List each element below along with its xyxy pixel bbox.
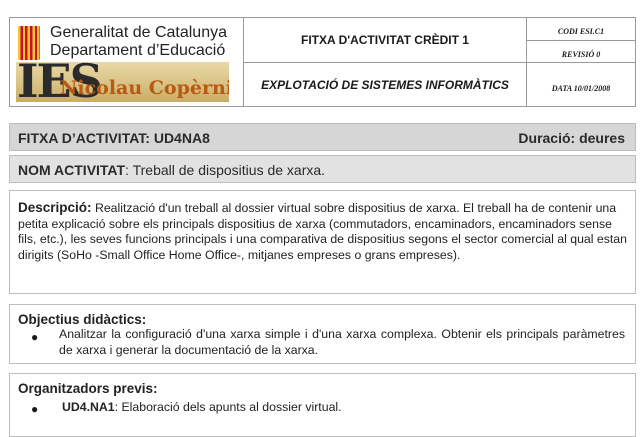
description-text: Realització d'un treball al dossier virt… — [18, 201, 627, 262]
org-name-line1: Generalitat de Catalunya — [50, 24, 227, 41]
document-header: Generalitat de Catalunya Departament d’E… — [9, 17, 636, 107]
organizer-item: UD4.NA1: Elaboració dels apunts al dossi… — [62, 400, 342, 414]
organizers-label: Organitzadors previs: — [18, 381, 158, 396]
organizers-section: Organitzadors previs: ● UD4.NA1: Elabora… — [9, 373, 636, 437]
catalan-flag-icon — [18, 26, 40, 60]
activity-name-value: : Treball de dispositius de xarxa. — [125, 162, 326, 178]
objectives-label: Objectius didàctics: — [18, 312, 147, 327]
school-logo: IES Nicolau Copèrnic — [16, 62, 229, 102]
bullet-icon: ● — [31, 330, 39, 344]
doc-date: DATA 10/01/2008 — [551, 84, 611, 93]
school-logo-name: Nicolau Copèrnic — [60, 77, 229, 99]
objective-item: Analitzar la configuració d'una xarxa si… — [59, 327, 625, 357]
activity-name-bar: NOM ACTIVITAT: Treball de dispositius de… — [9, 155, 636, 183]
document-title: FITXA D'ACTIVITAT CRÈDIT 1 — [301, 33, 469, 47]
organizer-text: : Elaboració dels apunts al dossier virt… — [114, 400, 342, 414]
description-section: Descripció: Realització d'un treball al … — [9, 190, 636, 294]
bullet-icon: ● — [31, 402, 39, 416]
organizer-code: UD4.NA1 — [62, 400, 115, 414]
doc-revision: REVISIÓ 0 — [561, 50, 601, 59]
objectives-section: Objectius didàctics: ● Analitzar la conf… — [9, 304, 636, 364]
description-label: Descripció: — [18, 200, 92, 215]
activity-name-label: NOM ACTIVITAT — [18, 162, 126, 178]
logo-cell: Generalitat de Catalunya Departament d’E… — [10, 18, 243, 106]
org-name-line2: Departament d’Educació — [50, 42, 226, 59]
activity-id: FITXA D’ACTIVITAT: UD4NA8 — [18, 130, 210, 146]
document-subtitle: EXPLOTACIÓ DE SISTEMES INFORMÀTICS — [261, 77, 509, 92]
doc-code: CODI ESI.C1 — [557, 27, 605, 36]
activity-id-bar: FITXA D’ACTIVITAT: UD4NA8 Duració: deure… — [9, 123, 636, 151]
activity-duration: Duració: deures — [518, 130, 625, 146]
